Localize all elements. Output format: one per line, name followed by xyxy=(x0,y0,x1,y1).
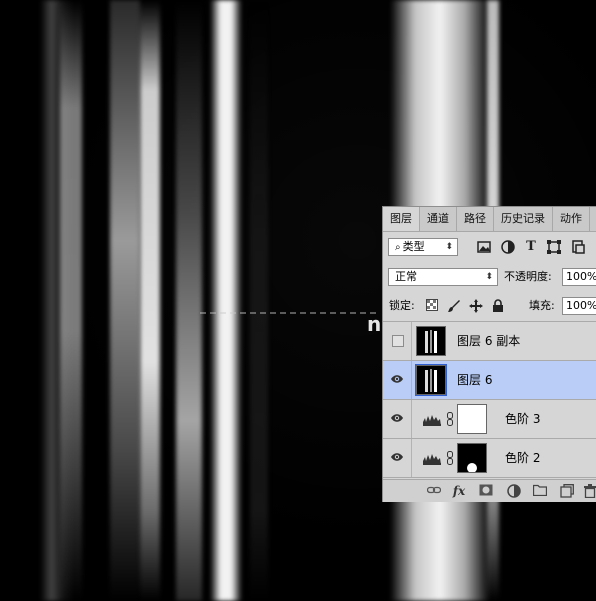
layers-bottom-bar: fx xyxy=(383,479,596,502)
eye-icon xyxy=(391,414,403,422)
filter-kind-value: 类型 xyxy=(402,240,425,253)
adjustment-icon[interactable] xyxy=(507,484,521,498)
layer-thumbnail xyxy=(416,326,446,356)
waterfall-streak xyxy=(176,0,202,601)
layers-list: 图层 6 副本 图层 6 色阶 3 色阶 2 xyxy=(383,321,596,478)
tab-history[interactable]: 历史记录 xyxy=(494,207,553,231)
tab-actions[interactable]: 动作 xyxy=(553,207,590,231)
blend-mode-select[interactable]: 正常 ⬍ xyxy=(388,268,498,286)
guide-dashes xyxy=(200,312,380,314)
layer-thumbnail xyxy=(415,364,447,396)
lock-label: 锁定: xyxy=(389,299,415,312)
canvas-overlay-text: n xyxy=(367,312,382,336)
layer-name[interactable]: 色阶 3 xyxy=(505,410,540,428)
search-icon: ⌕ xyxy=(395,242,401,253)
waterfall-streak xyxy=(210,0,242,601)
link-icon[interactable] xyxy=(447,412,453,426)
link-icon[interactable] xyxy=(447,451,453,465)
layer-mask-thumbnail[interactable] xyxy=(457,404,487,434)
opacity-label: 不透明度: xyxy=(504,270,552,283)
lock-brush-icon[interactable] xyxy=(447,299,461,313)
visibility-toggle[interactable] xyxy=(383,361,412,399)
lock-move-icon[interactable] xyxy=(469,299,483,313)
levels-adjustment-icon xyxy=(423,454,441,465)
panel-tabs: 图层 通道 路径 历史记录 动作 xyxy=(383,207,596,232)
image-filter-icon[interactable] xyxy=(477,240,491,254)
tab-paths[interactable]: 路径 xyxy=(457,207,494,231)
layer-row[interactable]: 色阶 3 xyxy=(383,400,596,439)
waterfall-streak xyxy=(250,0,268,601)
layer-row[interactable]: 图层 6 副本 xyxy=(383,322,596,361)
smart-object-filter-icon[interactable] xyxy=(571,240,585,254)
shape-filter-icon[interactable] xyxy=(547,240,561,254)
fill-input[interactable]: 100% xyxy=(562,297,596,315)
eye-icon xyxy=(391,453,403,461)
blend-row: 正常 ⬍ 不透明度: 100% xyxy=(383,264,596,290)
mask-icon[interactable] xyxy=(479,484,493,498)
layer-name[interactable]: 色阶 2 xyxy=(505,449,540,467)
levels-adjustment-icon xyxy=(423,415,441,426)
waterfall-streak xyxy=(60,0,82,601)
visibility-toggle[interactable] xyxy=(383,439,412,477)
blend-mode-value: 正常 xyxy=(395,270,417,283)
tab-layers[interactable]: 图层 xyxy=(383,207,420,231)
adjustment-filter-icon[interactable] xyxy=(501,240,515,254)
group-icon[interactable] xyxy=(532,484,548,498)
type-filter-icon[interactable]: T xyxy=(524,240,538,254)
layer-mask-thumbnail[interactable] xyxy=(457,443,487,473)
layer-name[interactable]: 图层 6 xyxy=(457,371,492,389)
layer-row[interactable]: 图层 6 xyxy=(383,361,596,400)
chevron-updown-icon: ⬍ xyxy=(485,272,493,282)
lock-transparency-icon[interactable] xyxy=(425,299,439,313)
visibility-toggle[interactable] xyxy=(383,400,412,438)
chevron-updown-icon: ⬍ xyxy=(445,242,453,252)
tab-channels[interactable]: 通道 xyxy=(420,207,457,231)
fx-icon[interactable]: fx xyxy=(452,484,466,498)
fill-label: 填充: xyxy=(529,299,555,312)
link-layers-icon[interactable] xyxy=(426,484,442,498)
lock-row: 锁定: 填充: 100% xyxy=(383,293,596,319)
waterfall-streak xyxy=(140,0,160,601)
eye-icon xyxy=(391,375,403,383)
opacity-input[interactable]: 100% xyxy=(562,268,596,286)
layers-panel: 图层 通道 路径 历史记录 动作 ⌕ 类型 ⬍ T 正常 ⬍ 不透明度: 100% xyxy=(382,206,596,502)
lock-all-icon[interactable] xyxy=(491,299,505,313)
filter-row: ⌕ 类型 ⬍ T xyxy=(383,233,596,261)
hidden-visibility-box xyxy=(392,335,404,347)
delete-icon[interactable] xyxy=(583,484,596,499)
layer-name[interactable]: 图层 6 副本 xyxy=(457,332,520,350)
waterfall-streak xyxy=(110,0,140,601)
layer-row[interactable]: 色阶 2 xyxy=(383,439,596,478)
new-layer-icon[interactable] xyxy=(560,484,574,498)
filter-kind-select[interactable]: ⌕ 类型 ⬍ xyxy=(388,238,458,256)
visibility-toggle[interactable] xyxy=(383,322,412,360)
